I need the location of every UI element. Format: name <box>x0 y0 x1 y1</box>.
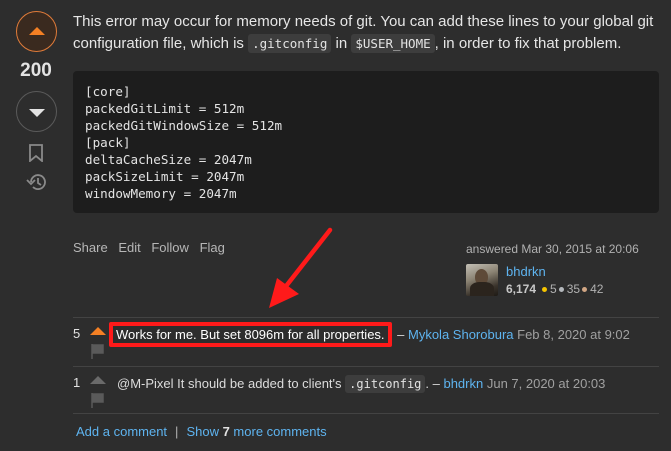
post-menu: Share Edit Follow Flag <box>73 240 232 255</box>
user-name-link[interactable]: bhdrkn <box>506 264 546 279</box>
bookmark-icon[interactable] <box>28 144 44 166</box>
reputation: 6,174 <box>506 282 537 296</box>
comment-body: @M-Pixel It should be added to client's … <box>117 375 657 393</box>
user-stats: 6,174 5 35 42 <box>506 282 603 296</box>
separator: | <box>175 424 179 439</box>
share-link[interactable]: Share <box>73 240 108 255</box>
inline-code: .gitconfig <box>345 375 426 393</box>
code-block: [core] packedGitLimit = 512m packedGitWi… <box>73 71 659 213</box>
silver-badge-icon <box>558 286 564 292</box>
upvote-button[interactable] <box>16 11 57 52</box>
comment-date[interactable]: Feb 8, 2020 at 9:02 <box>517 327 630 342</box>
add-comment-link[interactable]: Add a comment <box>76 424 167 439</box>
show-more-comments-link[interactable]: Show 7 more comments <box>186 424 326 439</box>
flag-icon[interactable] <box>91 393 105 411</box>
comment-date[interactable]: Jun 7, 2020 at 20:03 <box>487 376 606 391</box>
answered-time: answered Mar 30, 2015 at 20:06 <box>466 242 639 256</box>
follow-link[interactable]: Follow <box>151 240 189 255</box>
gold-badge-count: 5 <box>550 282 557 296</box>
comment-text: @M-Pixel It should be added to client's <box>117 376 346 391</box>
comment-body: Works for me. But set 8096m for all prop… <box>109 322 657 347</box>
bronze-badge-count: 42 <box>590 282 604 296</box>
vote-count: 200 <box>20 60 52 81</box>
comment: 1 @M-Pixel It should be added to client'… <box>73 366 659 414</box>
comment: 5 Works for me. But set 8096m for all pr… <box>73 317 659 366</box>
highlighted-comment-text: Works for me. But set 8096m for all prop… <box>109 322 392 347</box>
history-icon[interactable] <box>26 172 48 196</box>
inline-code: $USER_HOME <box>351 34 435 53</box>
show-more-prefix: Show <box>186 424 223 439</box>
more-comments-count: 7 <box>222 424 230 439</box>
answer-text-part: , in order to fix that problem. <box>434 35 622 52</box>
red-arrow-annotation <box>269 227 333 308</box>
show-more-suffix: more comments <box>229 424 327 439</box>
downvote-arrow-icon <box>28 108 45 117</box>
comment-separator: . – <box>425 376 444 391</box>
comment-upvote-icon[interactable] <box>90 376 106 384</box>
downvote-button[interactable] <box>16 91 57 132</box>
answer-text-part: in <box>331 35 352 52</box>
avatar[interactable] <box>466 264 498 296</box>
comment-score: 1 <box>73 375 81 390</box>
silver-badge-count: 35 <box>566 282 581 296</box>
gold-badge-icon <box>542 286 548 292</box>
answer-text: This error may occur for memory needs of… <box>73 11 663 55</box>
comment-score: 5 <box>73 326 81 341</box>
comment-user-link[interactable]: bhdrkn <box>443 376 483 391</box>
flag-icon[interactable] <box>91 344 105 362</box>
comment-user-link[interactable]: Mykola Shorobura <box>408 327 514 342</box>
upvote-arrow-icon <box>28 26 45 35</box>
inline-code: .gitconfig <box>248 34 332 53</box>
bronze-badge-icon <box>582 286 588 292</box>
comment-actions: Add a comment | Show 7 more comments <box>76 424 327 439</box>
comment-upvote-icon[interactable] <box>90 327 106 335</box>
edit-link[interactable]: Edit <box>118 240 140 255</box>
flag-link[interactable]: Flag <box>200 240 225 255</box>
comment-separator: – <box>393 327 408 342</box>
